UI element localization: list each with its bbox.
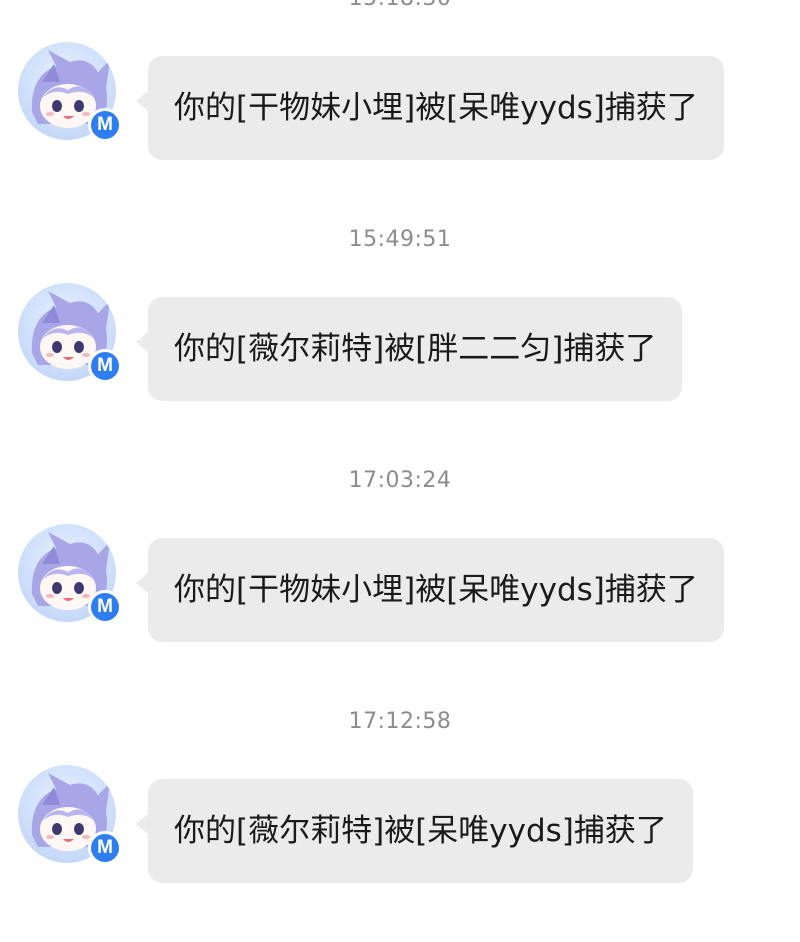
message-row: Mfuns M 你的[干物妹小埋]被[呆唯yyds]捕获了 (0, 524, 800, 654)
message-bubble[interactable]: 你的[干物妹小埋]被[呆唯yyds]捕获了 (136, 56, 724, 160)
chat-log: 15:18:30 Mfuns M 你的[干物妹小埋]被[呆唯yyds]捕获了 1… (0, 0, 800, 942)
timestamp: 17:12:58 (348, 709, 452, 734)
message-row: Mfuns M 你的[薇尔莉特]被[呆唯yyds]捕获了 (0, 765, 800, 895)
m-badge-icon: M (88, 108, 122, 142)
message-row: Mfuns M 你的[干物妹小埋]被[呆唯yyds]捕获了 (0, 42, 800, 172)
m-badge-icon: M (88, 831, 122, 865)
timestamp: 15:49:51 (348, 227, 452, 252)
message-row: Mfuns M 你的[薇尔莉特]被[胖二二匀]捕获了 (0, 283, 800, 413)
m-badge-icon: M (88, 349, 122, 383)
timestamp: 15:18:30 (0, 0, 800, 12)
m-badge-icon: M (88, 590, 122, 624)
message-bubble[interactable]: 你的[薇尔莉特]被[呆唯yyds]捕获了 (136, 779, 693, 883)
message-bubble[interactable]: 你的[薇尔莉特]被[胖二二匀]捕获了 (135, 297, 683, 401)
timestamp: 17:03:24 (348, 468, 452, 493)
message-bubble[interactable]: 你的[干物妹小埋]被[呆唯yyds]捕获了 (136, 538, 724, 642)
